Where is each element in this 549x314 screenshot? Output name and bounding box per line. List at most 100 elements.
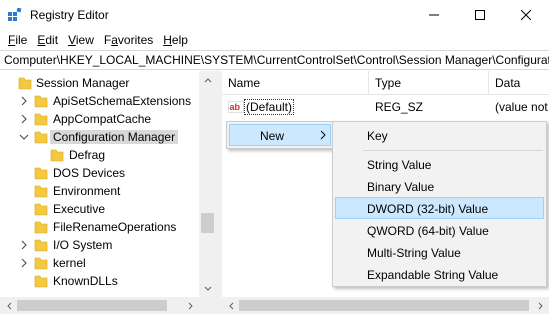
menu-favorites[interactable]: Favorites <box>99 30 158 50</box>
submenu-item-label: Expandable String Value <box>367 268 499 282</box>
tree-item-label: FileRenameOperations <box>53 220 177 234</box>
chevron-right-icon <box>538 302 543 309</box>
chevron-right-icon[interactable] <box>19 114 29 124</box>
chevron-left-icon <box>6 302 11 309</box>
tree-item-label: DOS Devices <box>53 166 126 180</box>
tree-horizontal-scrollbar[interactable] <box>0 297 216 314</box>
folder-icon <box>34 203 48 216</box>
submenu-item-qword-value[interactable]: QWORD (64-bit) Value <box>335 219 544 241</box>
tree-vertical-scrollbar[interactable] <box>199 71 216 297</box>
minimize-icon <box>429 14 439 16</box>
menu-help-label: elp <box>171 33 188 47</box>
tree-item-session-manager[interactable]: Session Manager <box>0 74 200 92</box>
chevron-right-icon <box>188 302 193 309</box>
menu-view-label: iew <box>75 33 94 47</box>
tree-item-environment[interactable]: Environment <box>0 182 200 200</box>
menu-bar: File Edit View Favorites Help <box>0 30 549 50</box>
submenu-item-expandable-string-value[interactable]: Expandable String Value <box>335 263 544 285</box>
menu-edit-label: dit <box>45 33 59 47</box>
tree-item-knowndlls[interactable]: KnownDLLs <box>0 272 200 290</box>
chevron-down-icon <box>204 286 211 291</box>
tree-item-io-system[interactable]: I/O System <box>0 236 200 254</box>
scroll-thumb[interactable] <box>17 300 167 311</box>
chevron-left-icon <box>228 302 233 309</box>
column-header-type[interactable]: Type <box>369 71 489 95</box>
tree-item-filerenameoperations[interactable]: FileRenameOperations <box>0 218 200 236</box>
menu-item-new[interactable]: New <box>229 124 331 146</box>
maximize-button[interactable] <box>457 0 503 30</box>
list-horizontal-scrollbar[interactable] <box>222 297 549 314</box>
submenu-item-key[interactable]: Key <box>335 124 544 146</box>
submenu-item-multi-string-value[interactable]: Multi-String Value <box>335 241 544 263</box>
list-header: Name Type Data <box>222 71 549 95</box>
menu-file[interactable]: File <box>3 30 32 50</box>
column-header-name[interactable]: Name <box>222 71 369 95</box>
folder-icon <box>34 275 48 288</box>
tree-item-executive[interactable]: Executive <box>0 200 200 218</box>
chevron-right-icon[interactable] <box>19 96 29 106</box>
tree-item-label: kernel <box>53 256 86 270</box>
tree-item-label: Defrag <box>69 148 106 162</box>
tree-item-defrag[interactable]: Defrag <box>0 146 200 164</box>
scroll-thumb[interactable] <box>239 300 529 311</box>
menu-view-accel: V <box>68 33 76 47</box>
submenu-item-label: String Value <box>367 158 432 172</box>
value-data: (value not set) <box>495 100 549 114</box>
chevron-up-icon <box>204 77 211 82</box>
string-value-icon: ab <box>228 101 244 113</box>
value-type: REG_SZ <box>375 100 424 114</box>
tree-item-label: Configuration Manager <box>50 130 179 144</box>
scroll-left-arrow[interactable] <box>0 297 17 314</box>
tree-item-label: Session Manager <box>36 76 130 90</box>
tree-item-label: ApiSetSchemaExtensions <box>53 94 192 108</box>
menu-item-new-label: New <box>260 129 285 143</box>
folder-icon <box>34 167 48 180</box>
scroll-right-arrow[interactable] <box>182 297 199 314</box>
tree-item-label: Environment <box>53 184 121 198</box>
svg-text:ab: ab <box>230 102 241 112</box>
tree-item-configuration-manager[interactable]: Configuration Manager <box>0 128 200 146</box>
submenu-item-string-value[interactable]: String Value <box>335 153 544 175</box>
menu-help[interactable]: Help <box>158 30 193 50</box>
column-header-data[interactable]: Data <box>489 71 549 95</box>
chevron-right-icon[interactable] <box>19 258 29 268</box>
registry-tree[interactable]: Session Manager ApiSetSchemaExtensions A… <box>0 71 216 314</box>
tree-item-dos-devices[interactable]: DOS Devices <box>0 164 200 182</box>
folder-icon <box>34 131 48 144</box>
close-button[interactable] <box>503 0 549 30</box>
address-bar[interactable]: Computer\HKEY_LOCAL_MACHINE\SYSTEM\Curre… <box>0 50 549 70</box>
list-row[interactable]: ab (Default) REG_SZ (value not set) <box>222 97 549 117</box>
title-bar: Registry Editor <box>0 0 549 30</box>
submenu-item-dword-value[interactable]: DWORD (32-bit) Value <box>335 197 544 219</box>
folder-icon <box>34 113 48 126</box>
window-title: Registry Editor <box>30 8 109 22</box>
tree-item-apisetschemaextensions[interactable]: ApiSetSchemaExtensions <box>0 92 200 110</box>
menu-edit[interactable]: Edit <box>32 30 63 50</box>
scroll-up-arrow[interactable] <box>199 71 216 88</box>
submenu-item-label: Multi-String Value <box>367 246 461 260</box>
submenu-arrow-icon <box>320 130 326 140</box>
tree-item-kernel[interactable]: kernel <box>0 254 200 272</box>
menu-help-accel: H <box>163 33 172 47</box>
tree-item-label: KnownDLLs <box>53 274 118 288</box>
menu-favorites-label: vorites <box>117 33 154 47</box>
folder-icon <box>34 239 48 252</box>
scroll-down-arrow[interactable] <box>199 280 216 297</box>
submenu-item-binary-value[interactable]: Binary Value <box>335 175 544 197</box>
scroll-left-arrow[interactable] <box>222 297 239 314</box>
submenu-item-label: Key <box>367 129 388 143</box>
minimize-button[interactable] <box>411 0 457 30</box>
menu-favorites-accel: a <box>111 33 118 47</box>
scroll-right-arrow[interactable] <box>532 297 549 314</box>
close-icon <box>521 10 531 20</box>
chevron-down-icon[interactable] <box>19 132 29 142</box>
scroll-thumb[interactable] <box>201 213 214 233</box>
submenu-item-label: QWORD (64-bit) Value <box>367 224 489 238</box>
address-path[interactable]: Computer\HKEY_LOCAL_MACHINE\SYSTEM\Curre… <box>4 53 549 67</box>
tree-item-appcompatcache[interactable]: AppCompatCache <box>0 110 200 128</box>
value-name: (Default) <box>244 99 295 115</box>
folder-icon <box>18 77 32 90</box>
tree-item-label: I/O System <box>53 238 113 252</box>
menu-view[interactable]: View <box>63 30 99 50</box>
chevron-right-icon[interactable] <box>19 240 29 250</box>
